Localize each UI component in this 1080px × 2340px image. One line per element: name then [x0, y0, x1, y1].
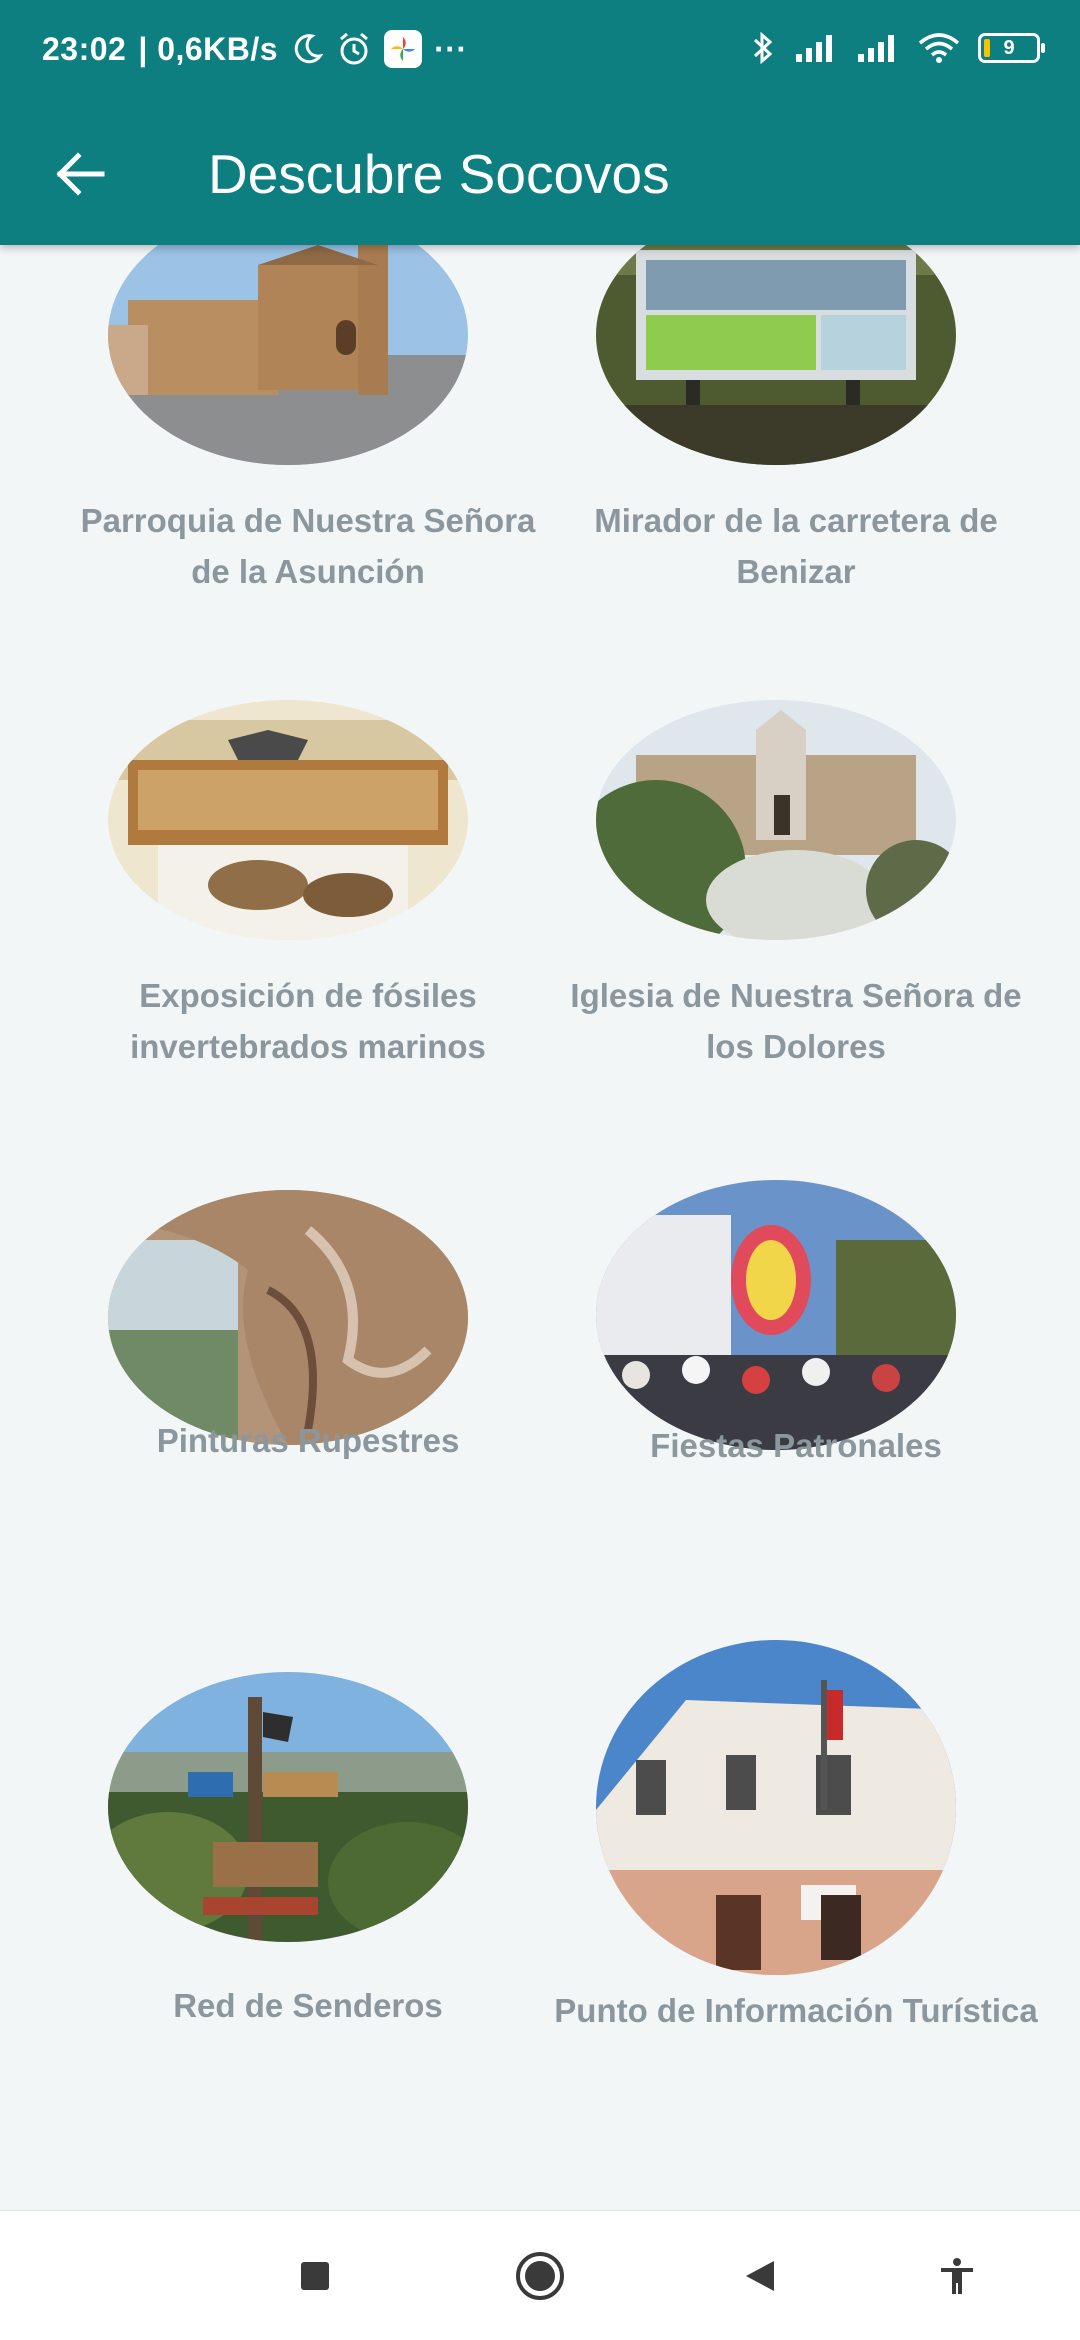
page-title: Descubre Socovos — [208, 143, 670, 205]
place-card-senderos[interactable]: Red de Senderos — [58, 1672, 558, 2042]
home-circle-icon — [516, 2252, 564, 2300]
moon-icon — [290, 32, 324, 66]
status-speed: | 0,6KB/s — [138, 30, 279, 67]
accessibility-button[interactable] — [927, 2246, 987, 2306]
status-time: 23:02 — [42, 30, 127, 67]
place-card-mirador[interactable]: Mirador de la carretera de Benizar — [546, 245, 1046, 605]
bluetooth-icon — [750, 30, 776, 66]
alarm-icon — [336, 31, 372, 67]
wifi-icon — [918, 32, 960, 64]
battery-icon: 9 — [978, 33, 1045, 63]
status-left: 23:02 | 0,6KB/s ··· — [42, 30, 468, 68]
status-more-icon: ··· — [434, 30, 468, 67]
place-card-fosiles[interactable]: Exposición de fósiles invertebrados mari… — [58, 700, 558, 1130]
cave-paintings-photo — [108, 1190, 468, 1445]
church-photo — [108, 245, 468, 465]
google-photos-icon — [384, 30, 423, 68]
place-card-iglesia-dolores[interactable]: Iglesia de Nuestra Señora de los Dolores — [546, 700, 1046, 1130]
signal-icon-2 — [856, 32, 900, 64]
town-hall-photo — [596, 1640, 956, 1975]
back-nav-button[interactable] — [730, 2246, 790, 2306]
signal-icon-1 — [794, 32, 838, 64]
status-bar: 23:02 | 0,6KB/s ··· 9 — [0, 0, 1080, 104]
place-label: Mirador de la carretera de Benizar — [594, 502, 998, 590]
home-button[interactable] — [510, 2246, 570, 2306]
arrow-left-icon — [56, 152, 105, 196]
battery-level: 9 — [1003, 36, 1015, 59]
app-bar: 23:02 | 0,6KB/s ··· 9 Descubre Socovos — [0, 0, 1080, 245]
place-card-parroquia[interactable]: Parroquia de Nuestra Señora de la Asunci… — [58, 245, 558, 605]
back-button[interactable] — [40, 134, 120, 214]
chapel-photo — [596, 700, 956, 940]
place-label: Exposición de fósiles invertebrados mari… — [130, 977, 486, 1065]
recents-button[interactable] — [285, 2246, 345, 2306]
festival-procession-photo — [596, 1180, 956, 1450]
place-label: Parroquia de Nuestra Señora de la Asunci… — [80, 502, 536, 590]
place-card-punto-informacion[interactable]: Punto de Información Turística — [546, 1640, 1046, 2060]
recents-square-icon — [301, 2262, 329, 2290]
fossil-exhibition-photo — [108, 700, 468, 940]
trail-signpost-photo — [108, 1672, 468, 1942]
back-triangle-icon — [746, 2261, 774, 2291]
place-label: Iglesia de Nuestra Señora de los Dolores — [570, 977, 1022, 1065]
places-grid: Parroquia de Nuestra Señora de la Asunci… — [0, 245, 1080, 2210]
place-label: Punto de Información Turística — [554, 1992, 1038, 2029]
status-right: 9 — [750, 30, 1045, 66]
place-card-pinturas[interactable]: Pinturas Rupestres — [58, 1190, 558, 1490]
viewpoint-sign-photo — [596, 245, 956, 465]
place-label: Red de Senderos — [173, 1987, 443, 2024]
place-label: Pinturas Rupestres — [156, 1422, 460, 1459]
place-label: Fiestas Patronales — [650, 1427, 942, 1464]
place-card-fiestas[interactable]: Fiestas Patronales — [546, 1180, 1046, 1490]
system-nav-bar — [0, 2210, 1080, 2340]
accessibility-icon — [941, 2258, 973, 2294]
toolbar: Descubre Socovos — [0, 104, 1080, 245]
